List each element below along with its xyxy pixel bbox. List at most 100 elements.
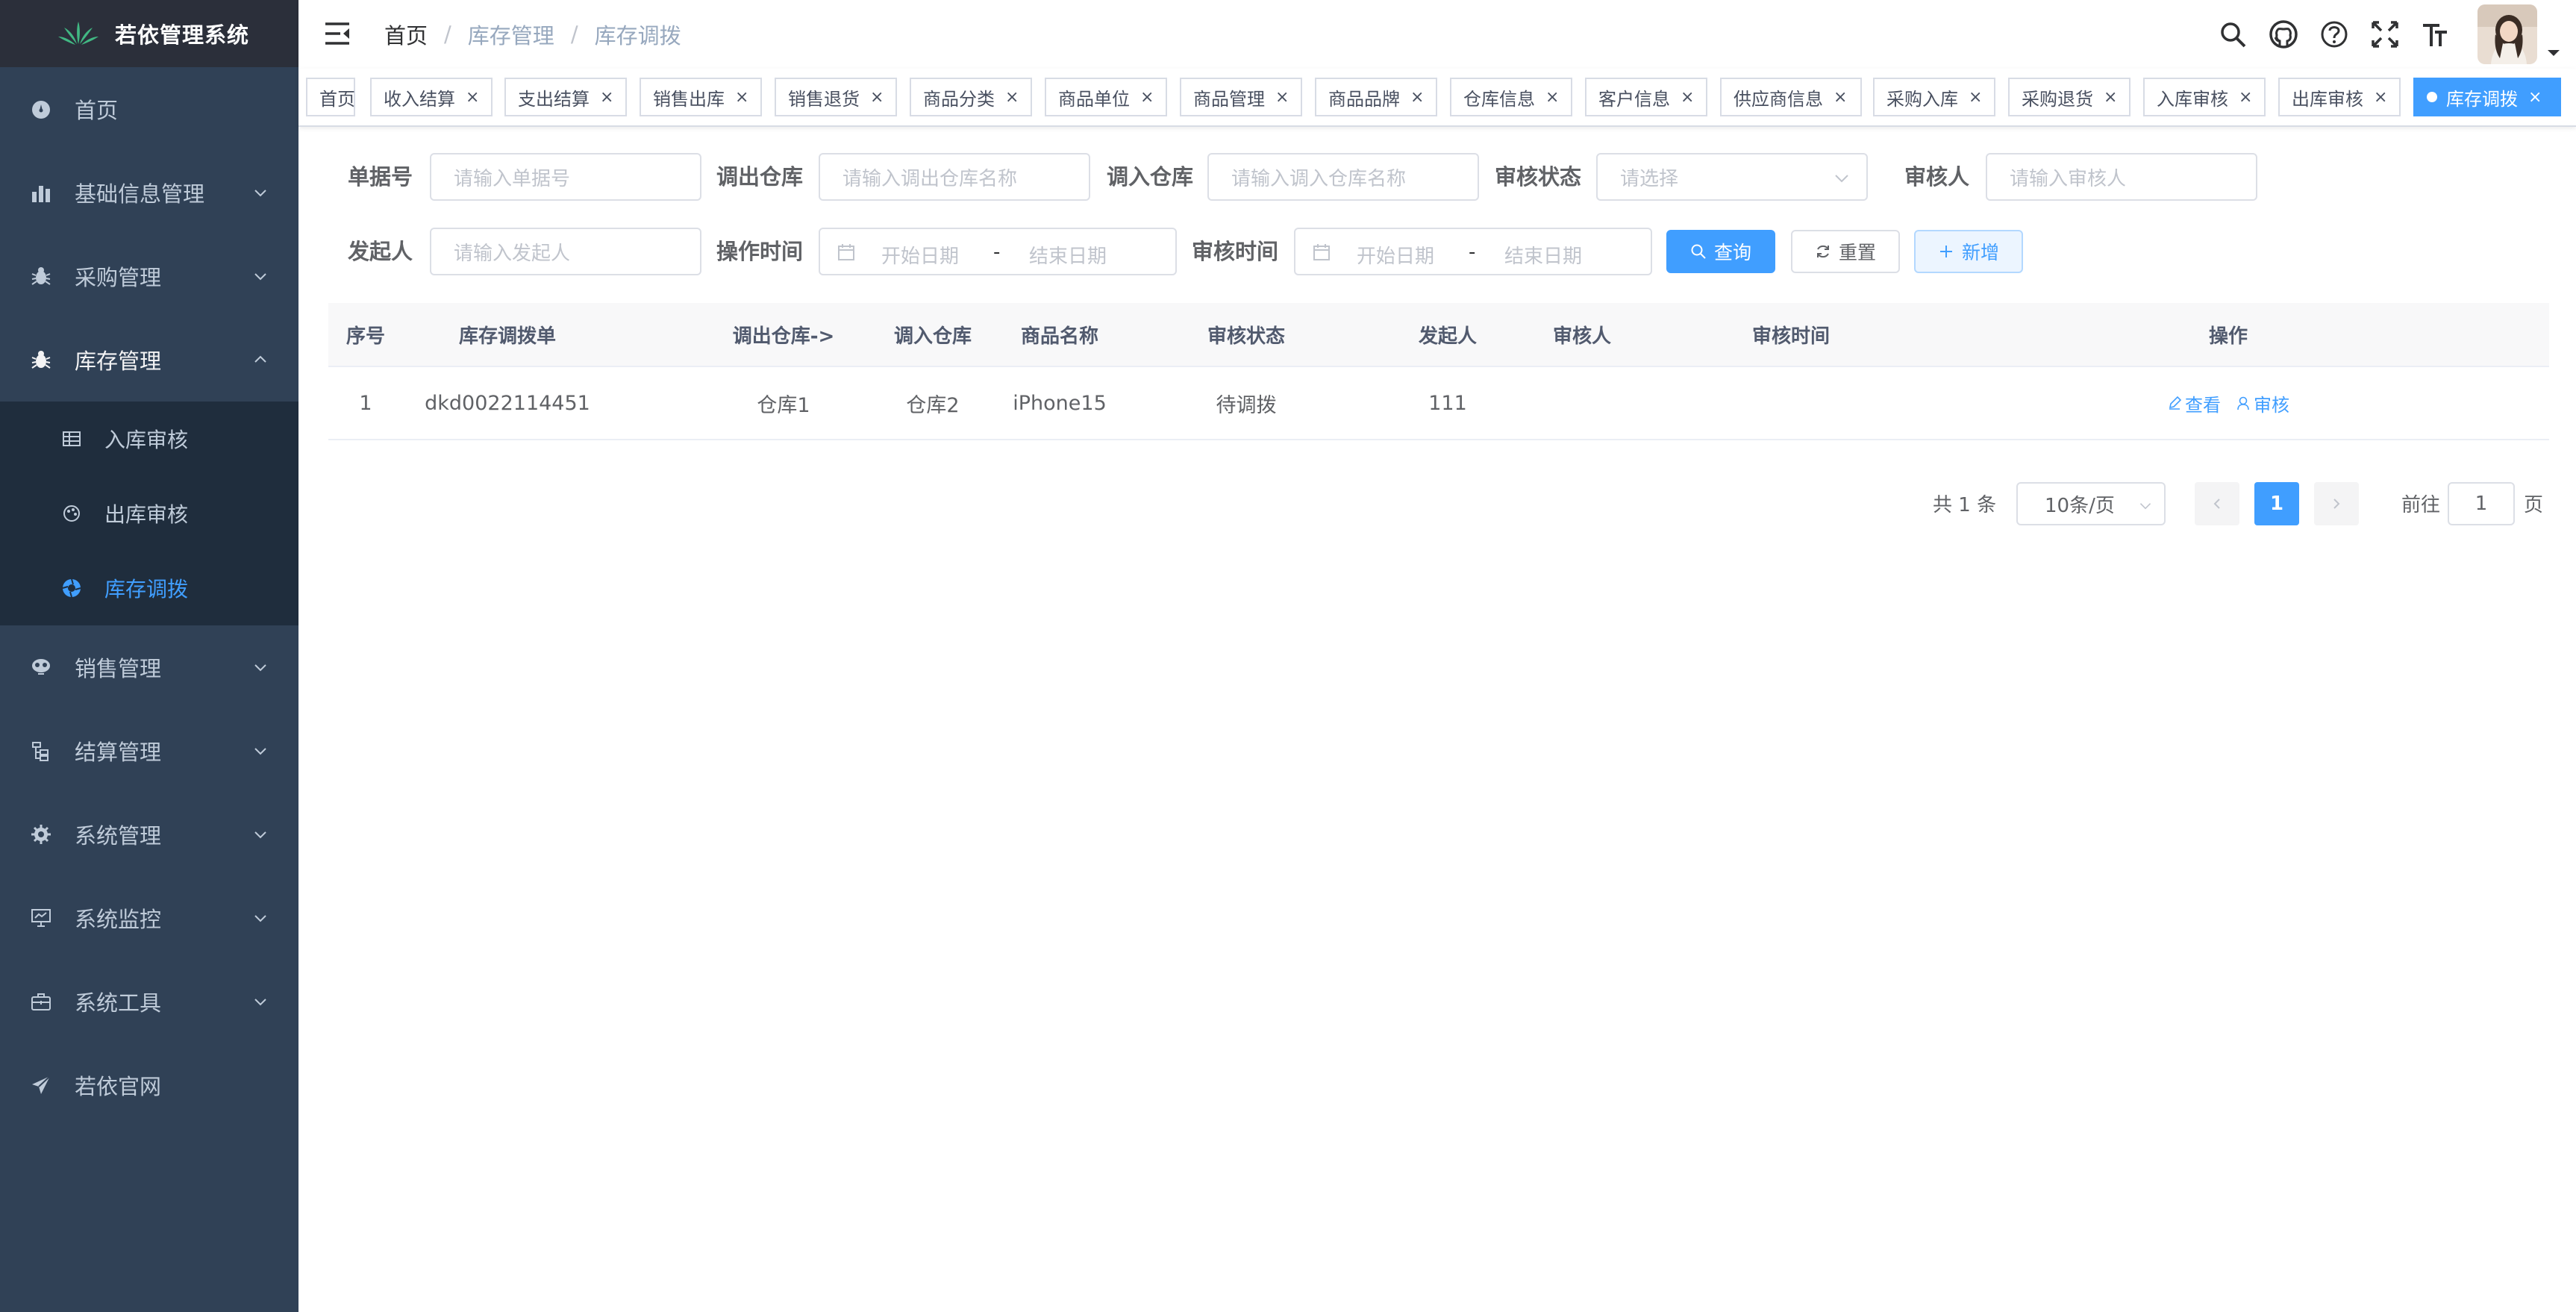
close-icon[interactable]: × (466, 88, 479, 107)
initiator-input[interactable]: 请输入发起人 (430, 228, 701, 275)
sidebar-logo[interactable]: 若依管理系统 (0, 0, 298, 67)
tag-income-settlement[interactable]: 收入结算 × (370, 78, 493, 116)
chevron-right-icon (2333, 499, 2340, 509)
tag-label: 商品管理 (1193, 88, 1265, 110)
col-header-actions: 操作 (2208, 325, 2248, 348)
audit-status-select[interactable]: 请选择 (1596, 153, 1868, 201)
tag-home[interactable]: 首页 (306, 78, 355, 116)
order-no-placeholder: 请输入单据号 (454, 167, 571, 190)
page-size-value: 10条/页 (2045, 494, 2115, 517)
operation-time-end[interactable]: 结束日期 (1029, 241, 1107, 269)
close-icon[interactable]: × (1545, 88, 1559, 107)
cell-status: 待调拨 (1216, 393, 1277, 417)
sidebar-item-settlement[interactable]: 结算管理 (0, 709, 298, 793)
in-warehouse-placeholder: 请输入调入仓库名称 (1231, 167, 1407, 190)
tags-view: 首页 收入结算 × 支出结算 × 销售出库 × 销售退货 × 商品分类 × 商品… (298, 69, 2576, 127)
fullscreen-icon[interactable] (2369, 18, 2401, 51)
sidebar-item-sales[interactable]: 销售管理 (0, 625, 298, 709)
reset-button[interactable]: 重置 (1791, 230, 1900, 273)
page-size-select[interactable]: 10条/页 (2016, 482, 2166, 525)
tag-label: 供应商信息 (1734, 88, 1823, 110)
chevron-down-icon (2139, 503, 2151, 510)
tag-outbound-audit[interactable]: 出库审核 × (2278, 78, 2401, 116)
sidebar-item-home[interactable]: 首页 (0, 67, 298, 151)
caret-down-icon[interactable] (2546, 49, 2561, 57)
tag-sales-outbound[interactable]: 销售出库 × (640, 78, 762, 116)
logo-icon (58, 22, 99, 45)
cell-order: dkd0022114451 (425, 391, 590, 415)
tag-expense-settlement[interactable]: 支出结算 × (504, 78, 627, 116)
tag-purchase-return[interactable]: 采购退货 × (2008, 78, 2130, 116)
tag-supplier-info[interactable]: 供应商信息 × (1720, 78, 1862, 116)
calendar-icon (838, 244, 854, 260)
tag-product-category[interactable]: 商品分类 × (910, 78, 1032, 116)
sidebar-item-inventory[interactable]: 库存管理 (0, 318, 298, 402)
search-icon[interactable] (2216, 18, 2249, 51)
sidebar-item-website[interactable]: 若依官网 (0, 1043, 298, 1127)
question-icon[interactable] (2318, 18, 2351, 51)
close-icon[interactable]: × (2528, 88, 2542, 107)
close-icon[interactable]: × (2374, 88, 2387, 107)
sidebar-item-monitor[interactable]: 系统监控 (0, 876, 298, 960)
auditor-input[interactable]: 请输入审核人 (1986, 153, 2257, 201)
breadcrumb-current: 库存调拨 (594, 23, 681, 49)
tag-product-unit[interactable]: 商品单位 × (1045, 78, 1167, 116)
sidebar-item-label: 销售管理 (75, 656, 162, 681)
next-page-button[interactable] (2314, 482, 2359, 525)
cell-initiator: 111 (1428, 391, 1467, 415)
view-link[interactable]: 查看 (2167, 390, 2221, 416)
close-icon[interactable]: × (1969, 88, 1982, 107)
sidebar-item-basic-info[interactable]: 基础信息管理 (0, 151, 298, 234)
audit-time-start[interactable]: 开始日期 (1357, 241, 1434, 269)
search-button[interactable]: 查询 (1666, 230, 1775, 273)
tag-customer-info[interactable]: 客户信息 × (1585, 78, 1707, 116)
github-icon[interactable] (2267, 18, 2300, 51)
font-size-icon[interactable] (2419, 18, 2452, 51)
prev-page-button[interactable] (2195, 482, 2239, 525)
audit-time-range[interactable]: 开始日期 - 结束日期 (1294, 228, 1652, 275)
in-warehouse-input[interactable]: 请输入调入仓库名称 (1207, 153, 1479, 201)
sidebar-item-inbound-audit[interactable]: 入库审核 (0, 402, 298, 476)
close-icon[interactable]: × (2239, 88, 2252, 107)
tag-label: 首页 (319, 88, 355, 110)
close-icon[interactable]: × (1140, 88, 1154, 107)
audit-link-label: 审核 (2254, 394, 2289, 416)
sidebar-item-stock-transfer[interactable]: 库存调拨 (0, 551, 298, 625)
hamburger-icon[interactable] (324, 21, 351, 46)
avatar[interactable] (2477, 4, 2537, 64)
breadcrumb-home[interactable]: 首页 (384, 19, 428, 50)
close-icon[interactable]: × (735, 88, 748, 107)
close-icon[interactable]: × (870, 88, 884, 107)
close-icon[interactable]: × (1681, 88, 1694, 107)
close-icon[interactable]: × (600, 88, 613, 107)
close-icon[interactable]: × (2104, 88, 2117, 107)
sidebar-item-system[interactable]: 系统管理 (0, 793, 298, 876)
navbar-right (2216, 0, 2576, 69)
operation-time-start[interactable]: 开始日期 (881, 241, 959, 269)
close-icon[interactable]: × (1833, 88, 1847, 107)
audit-link[interactable]: 审核 (2236, 390, 2289, 416)
tag-stock-transfer[interactable]: 库存调拨 × (2413, 78, 2561, 116)
close-icon[interactable]: × (1275, 88, 1289, 107)
goto-page-input[interactable]: 1 (2448, 482, 2515, 525)
order-no-input[interactable]: 请输入单据号 (430, 153, 701, 201)
close-icon[interactable]: × (1005, 88, 1019, 107)
tag-label: 库存调拨 (2446, 88, 2518, 110)
close-icon[interactable]: × (1410, 88, 1424, 107)
tag-product-management[interactable]: 商品管理 × (1180, 78, 1302, 116)
operation-time-range[interactable]: 开始日期 - 结束日期 (819, 228, 1177, 275)
audit-time-end[interactable]: 结束日期 (1504, 241, 1582, 269)
tag-sales-return[interactable]: 销售退货 × (775, 78, 897, 116)
add-button[interactable]: 新增 (1914, 230, 2023, 273)
tag-inbound-audit[interactable]: 入库审核 × (2143, 78, 2266, 116)
tag-warehouse-info[interactable]: 仓库信息 × (1450, 78, 1572, 116)
tag-product-brand[interactable]: 商品品牌 × (1315, 78, 1437, 116)
sidebar-item-purchase[interactable]: 采购管理 (0, 234, 298, 318)
out-warehouse-input[interactable]: 请输入调出仓库名称 (819, 153, 1090, 201)
chevron-down-icon (254, 915, 266, 922)
page-number-button[interactable]: 1 (2254, 482, 2299, 525)
tag-label: 客户信息 (1598, 88, 1670, 110)
sidebar-item-tools[interactable]: 系统工具 (0, 960, 298, 1043)
tag-purchase-inbound[interactable]: 采购入库 × (1873, 78, 1995, 116)
cell-out-warehouse: 仓库1 (757, 393, 810, 417)
